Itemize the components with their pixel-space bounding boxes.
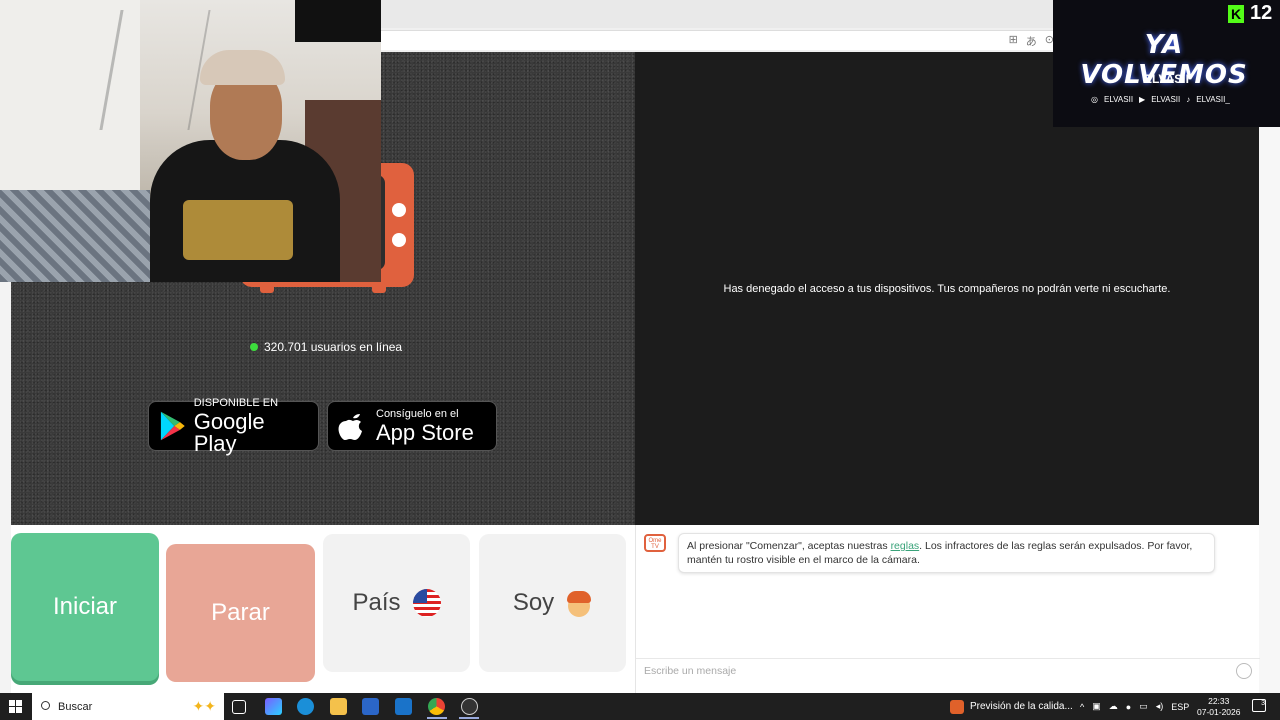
- stream-overlay-name: ELVASII: [1144, 72, 1189, 86]
- country-button-label: País: [352, 589, 401, 616]
- stream-overlay-panel: YA VOLVEMOS ELVASII ◎ ELVASII ▶ ELVASII …: [1053, 0, 1280, 127]
- language-indicator[interactable]: ESP: [1171, 702, 1189, 712]
- rules-text-before: Al presionar "Comenzar", aceptas nuestra…: [687, 540, 891, 552]
- logo-dot-bottom: [392, 233, 406, 247]
- online-status-dot: [250, 343, 258, 351]
- gender-button[interactable]: Soy: [479, 534, 626, 672]
- volume-icon[interactable]: ◂): [1156, 701, 1164, 712]
- webcam-bed: [0, 190, 150, 282]
- task-view-icon[interactable]: [232, 700, 246, 714]
- clock-date: 07-01-2026: [1197, 707, 1241, 717]
- start-button-label: Iniciar: [52, 593, 118, 620]
- windows-taskbar: Buscar ✦✦ Previsión de la calida... ^ ▣ …: [0, 693, 1280, 720]
- google-play-icon: [160, 411, 185, 441]
- weather-widget[interactable]: Previsión de la calida...: [950, 693, 1073, 720]
- youtube-icon: ▶: [1139, 95, 1146, 104]
- browser-address-bar[interactable]: ⊞ あ ⊙: [380, 30, 1060, 50]
- viewer-count: 12: [1250, 2, 1273, 24]
- chevron-up-icon[interactable]: ^: [1080, 702, 1084, 712]
- country-button[interactable]: País: [323, 534, 470, 672]
- social-handle-instagram: ELVASII: [1103, 95, 1134, 104]
- google-play-big-label: Google Play: [193, 408, 265, 456]
- weather-text: Previsión de la calida...: [970, 701, 1073, 712]
- search-highlight-icon: ✦✦: [192, 698, 216, 714]
- gender-button-label: Soy: [512, 589, 555, 616]
- app-store-big-label: App Store: [376, 419, 474, 445]
- google-play-small-label: DISPONIBLE EN: [193, 396, 279, 409]
- page-scrollbar[interactable]: [1259, 52, 1280, 693]
- logo-foot-left: [260, 283, 274, 293]
- logo-dot-top: [392, 203, 406, 217]
- message-input-placeholder: Escribe un mensaje: [644, 665, 737, 677]
- system-tray: ^ ▣ ☁ ● ▭ ◂) ESP: [1080, 693, 1189, 720]
- streamer-webcam-overlay: [0, 0, 381, 282]
- start-button[interactable]: Iniciar: [11, 533, 159, 681]
- webcam-cap: [200, 50, 285, 85]
- kick-icon: K: [1228, 5, 1244, 23]
- app-store-text: Consíguelo en el App Store: [376, 407, 474, 445]
- device-denied-message: Has denegado el acceso a tus dispositivo…: [723, 283, 1171, 295]
- tiktok-icon: ♪: [1186, 95, 1191, 104]
- social-handle-youtube: ELVASII: [1151, 95, 1181, 104]
- app-grid-icon[interactable]: ⊞: [1009, 33, 1018, 49]
- webcam-tv: [295, 0, 381, 42]
- instagram-icon: ◎: [1091, 95, 1098, 104]
- windows-start-icon[interactable]: [9, 700, 22, 713]
- stream-socials: ◎ ELVASII ▶ ELVASII ♪ ELVASII_: [1091, 95, 1230, 104]
- apple-icon: [338, 414, 362, 440]
- tray-app-icon[interactable]: ▣: [1092, 701, 1101, 712]
- mail-icon[interactable]: [395, 698, 412, 715]
- chrome-active-indicator: [427, 717, 447, 719]
- stop-button-label: Parar: [211, 599, 270, 626]
- copilot-icon[interactable]: [265, 698, 282, 715]
- emoji-icon[interactable]: [1236, 663, 1252, 679]
- stop-button[interactable]: Parar: [166, 544, 315, 682]
- online-users-count: 320.701 usuarios en línea: [264, 340, 403, 354]
- app-store-badge[interactable]: Consíguelo en el App Store: [327, 401, 497, 451]
- webcam-shirt-print: [183, 200, 293, 260]
- chrome-icon[interactable]: [428, 698, 445, 715]
- google-play-text: DISPONIBLE EN Google Play: [193, 396, 308, 456]
- address-bar-icons: ⊞ あ ⊙: [1009, 33, 1054, 49]
- logo-foot-right: [372, 283, 386, 293]
- microphone-icon[interactable]: ●: [1126, 702, 1131, 712]
- message-input[interactable]: Escribe un mensaje: [636, 658, 1260, 684]
- app-store-small-label: Consíguelo en el: [376, 407, 459, 420]
- edge-icon[interactable]: [297, 698, 314, 715]
- notification-count: 3: [1261, 700, 1265, 707]
- rules-message: Al presionar "Comenzar", aceptas nuestra…: [678, 533, 1215, 573]
- online-users-indicator: 320.701 usuarios en línea: [250, 340, 402, 354]
- store-icon[interactable]: [362, 698, 379, 715]
- social-handle-tiktok: ELVASII_: [1196, 95, 1230, 104]
- omegle-tv-chat-icon: Ome TV: [644, 534, 666, 552]
- chat-panel: Ome TV Al presionar "Comenzar", aceptas n…: [635, 525, 1260, 693]
- taskbar-search[interactable]: Buscar ✦✦: [32, 693, 224, 720]
- google-play-badge[interactable]: DISPONIBLE EN Google Play: [148, 397, 319, 454]
- boy-icon: [566, 589, 592, 617]
- search-icon: [41, 701, 50, 710]
- notification-icon[interactable]: 3: [1252, 699, 1266, 712]
- taskbar-search-label: Buscar: [58, 700, 93, 713]
- network-icon[interactable]: ▭: [1139, 701, 1148, 712]
- obs-active-indicator: [459, 717, 479, 719]
- onedrive-icon[interactable]: ☁: [1109, 701, 1118, 712]
- us-flag-icon: [412, 589, 441, 617]
- weather-icon: [950, 699, 964, 714]
- clock-time: 22:33: [1208, 696, 1230, 706]
- control-panel: Iniciar Parar País Soy: [11, 525, 635, 693]
- taskbar-clock[interactable]: 22:33 07-01-2026: [1197, 696, 1240, 718]
- translate-icon[interactable]: あ: [1026, 33, 1037, 49]
- obs-icon[interactable]: [461, 698, 478, 715]
- file-explorer-icon[interactable]: [330, 698, 347, 715]
- rules-link[interactable]: reglas: [891, 540, 920, 552]
